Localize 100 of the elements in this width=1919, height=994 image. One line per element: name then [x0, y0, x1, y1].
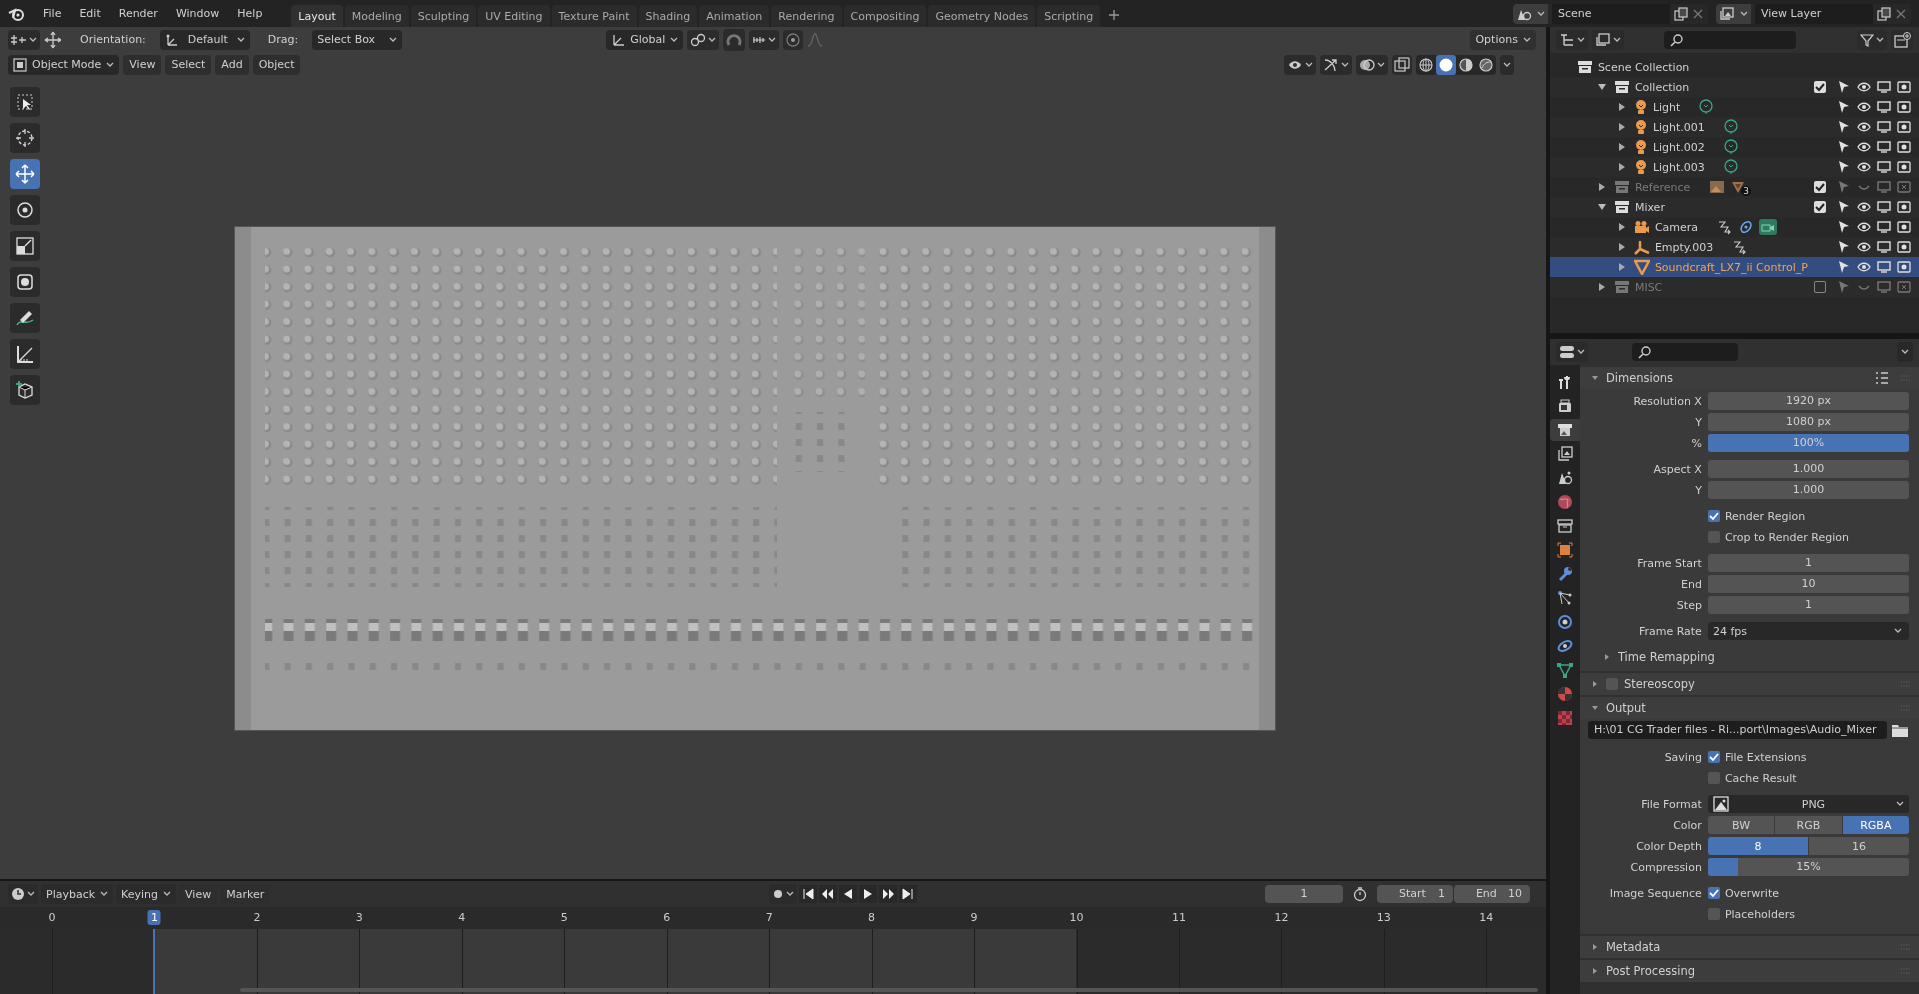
item-name[interactable]: Scene Collection [1597, 60, 1690, 74]
checkbox-label[interactable]: Crop to Render Region [1724, 530, 1849, 544]
select-arrow-icon[interactable] [1837, 80, 1851, 94]
render-camera-icon[interactable] [1897, 100, 1911, 114]
outliner-row[interactable]: Soundcraft_LX7_ii Control_P [1549, 257, 1919, 277]
properties-tab[interactable] [1549, 419, 1580, 441]
item-name[interactable]: Soundcraft_LX7_ii Control_P [1654, 260, 1808, 274]
select-arrow-icon[interactable] [1837, 200, 1851, 214]
number-field[interactable]: 1 [1707, 554, 1909, 572]
eye-icon[interactable] [1857, 220, 1871, 234]
expand-arrow-icon[interactable] [1616, 222, 1627, 232]
workspace-tab[interactable]: Texture Paint [551, 5, 637, 27]
play-reverse-icon[interactable] [838, 885, 857, 903]
copy-icon[interactable] [1877, 6, 1891, 21]
editor-type-dropdown[interactable] [1555, 342, 1588, 362]
menu-item[interactable]: Help [228, 7, 272, 20]
menu-item[interactable]: Render [109, 7, 167, 20]
tool-button[interactable] [10, 159, 40, 189]
render-camera-icon[interactable] [1897, 120, 1911, 134]
checkbox[interactable] [1707, 887, 1720, 899]
folder-icon[interactable] [1891, 722, 1909, 738]
scrollbar[interactable] [240, 988, 1538, 992]
monitor-icon[interactable] [1877, 240, 1891, 254]
checkbox-label[interactable]: Overwrite [1724, 886, 1779, 900]
xray-icon[interactable] [1391, 54, 1412, 75]
monitor-icon[interactable] [1877, 160, 1891, 174]
shading-mode-button[interactable] [1435, 54, 1456, 75]
slider-field[interactable]: 15% [1707, 858, 1909, 876]
tool-button[interactable] [10, 267, 40, 297]
eye-icon[interactable] [1857, 240, 1871, 254]
checkbox[interactable] [1707, 510, 1720, 522]
number-field[interactable]: 1 [1707, 596, 1909, 614]
menu-item[interactable]: Window [166, 7, 229, 20]
orientation-dropdown[interactable]: Default [159, 29, 250, 50]
monitor-icon[interactable] [1877, 100, 1891, 114]
render-camera-icon[interactable] [1897, 140, 1911, 154]
display-mode-dropdown[interactable] [1555, 30, 1588, 50]
expand-arrow-icon[interactable] [1616, 142, 1627, 152]
render-camera-icon[interactable] [1897, 220, 1911, 234]
menu-dropdown[interactable]: Keying [116, 884, 177, 904]
toggle-option[interactable]: RGB [1775, 816, 1842, 834]
eye-icon[interactable] [1857, 120, 1871, 134]
select-arrow-icon[interactable] [1837, 240, 1851, 254]
collapse-arrow-icon[interactable] [1596, 202, 1607, 212]
scene-selector[interactable]: Scene [1513, 3, 1708, 24]
magnet-icon[interactable] [723, 28, 746, 51]
expand-arrow-icon[interactable] [1616, 122, 1627, 132]
snap-dropdown[interactable] [749, 29, 780, 50]
monitor-icon[interactable] [1877, 260, 1891, 274]
pivot-dropdown[interactable] [687, 29, 720, 50]
number-field[interactable]: 10 [1707, 575, 1909, 593]
workspace-tab[interactable]: Animation [699, 5, 770, 27]
workspace-tab[interactable]: Modeling [344, 5, 409, 27]
expand-arrow-icon[interactable] [1616, 162, 1627, 172]
eye-icon[interactable] [1857, 80, 1871, 94]
eye-icon[interactable] [1857, 100, 1871, 114]
jump-keyframe-back-icon[interactable] [818, 885, 837, 903]
scene-name[interactable]: Scene [1552, 3, 1670, 24]
end-frame-field[interactable]: End 10 [1453, 885, 1530, 903]
workspace-tab[interactable]: Layout [291, 5, 343, 27]
menu-button[interactable]: Select [165, 54, 212, 75]
gizmo-dropdown[interactable] [1319, 54, 1352, 75]
toggle-option[interactable]: RGBA [1842, 816, 1909, 834]
jump-end-icon[interactable] [898, 885, 917, 903]
select-arrow-icon[interactable] [1837, 120, 1851, 134]
eye-icon[interactable] [1857, 260, 1871, 274]
proportional-edit-icon[interactable] [783, 29, 804, 50]
copy-icon[interactable] [1674, 6, 1688, 21]
select-arrow-icon[interactable] [1837, 140, 1851, 154]
jump-start-icon[interactable] [798, 885, 817, 903]
overlay-dropdown[interactable] [1355, 54, 1388, 75]
file-path-field[interactable]: H:\01 CG Trader files - Ri...port\Images\Audio_Mixer [1587, 721, 1887, 739]
render-camera-icon[interactable] [1897, 160, 1911, 174]
options-dropdown[interactable]: Options [1470, 29, 1536, 50]
tool-button[interactable] [10, 339, 40, 369]
collapse-arrow-icon[interactable] [1596, 82, 1607, 92]
number-field[interactable]: 1.000 [1707, 460, 1909, 478]
tool-button[interactable] [10, 195, 40, 225]
expand-arrow-icon[interactable] [1616, 242, 1627, 252]
checkbox[interactable] [1707, 908, 1720, 920]
item-name[interactable]: Camera [1654, 220, 1699, 234]
render-camera-icon[interactable] [1897, 260, 1911, 274]
close-icon[interactable] [1895, 7, 1907, 20]
workspace-tab[interactable]: Geometry Nodes [928, 5, 1036, 27]
subpanel-header[interactable]: Time Remapping [1579, 647, 1909, 667]
item-name[interactable]: Collection [1634, 80, 1690, 94]
expand-arrow-icon[interactable] [1616, 262, 1627, 272]
select-arrow-icon[interactable] [1837, 260, 1851, 274]
workspace-tab[interactable]: Compositing [843, 5, 927, 27]
stopwatch-icon[interactable] [1351, 886, 1368, 902]
checkbox-label[interactable]: Placeholders [1724, 907, 1795, 921]
select-arrow-icon[interactable] [1837, 100, 1851, 114]
checkbox-label[interactable]: Cache Result [1724, 771, 1797, 785]
search-field[interactable] [1663, 31, 1796, 49]
number-field[interactable]: 1920 px [1707, 392, 1909, 410]
workspace-tab[interactable]: Rendering [771, 5, 842, 27]
menu-dropdown[interactable]: Playback [41, 884, 114, 904]
select-arrow-icon[interactable] [1837, 220, 1851, 234]
toggle-option[interactable]: BW [1707, 816, 1775, 834]
item-name[interactable]: Light.003 [1652, 160, 1705, 174]
